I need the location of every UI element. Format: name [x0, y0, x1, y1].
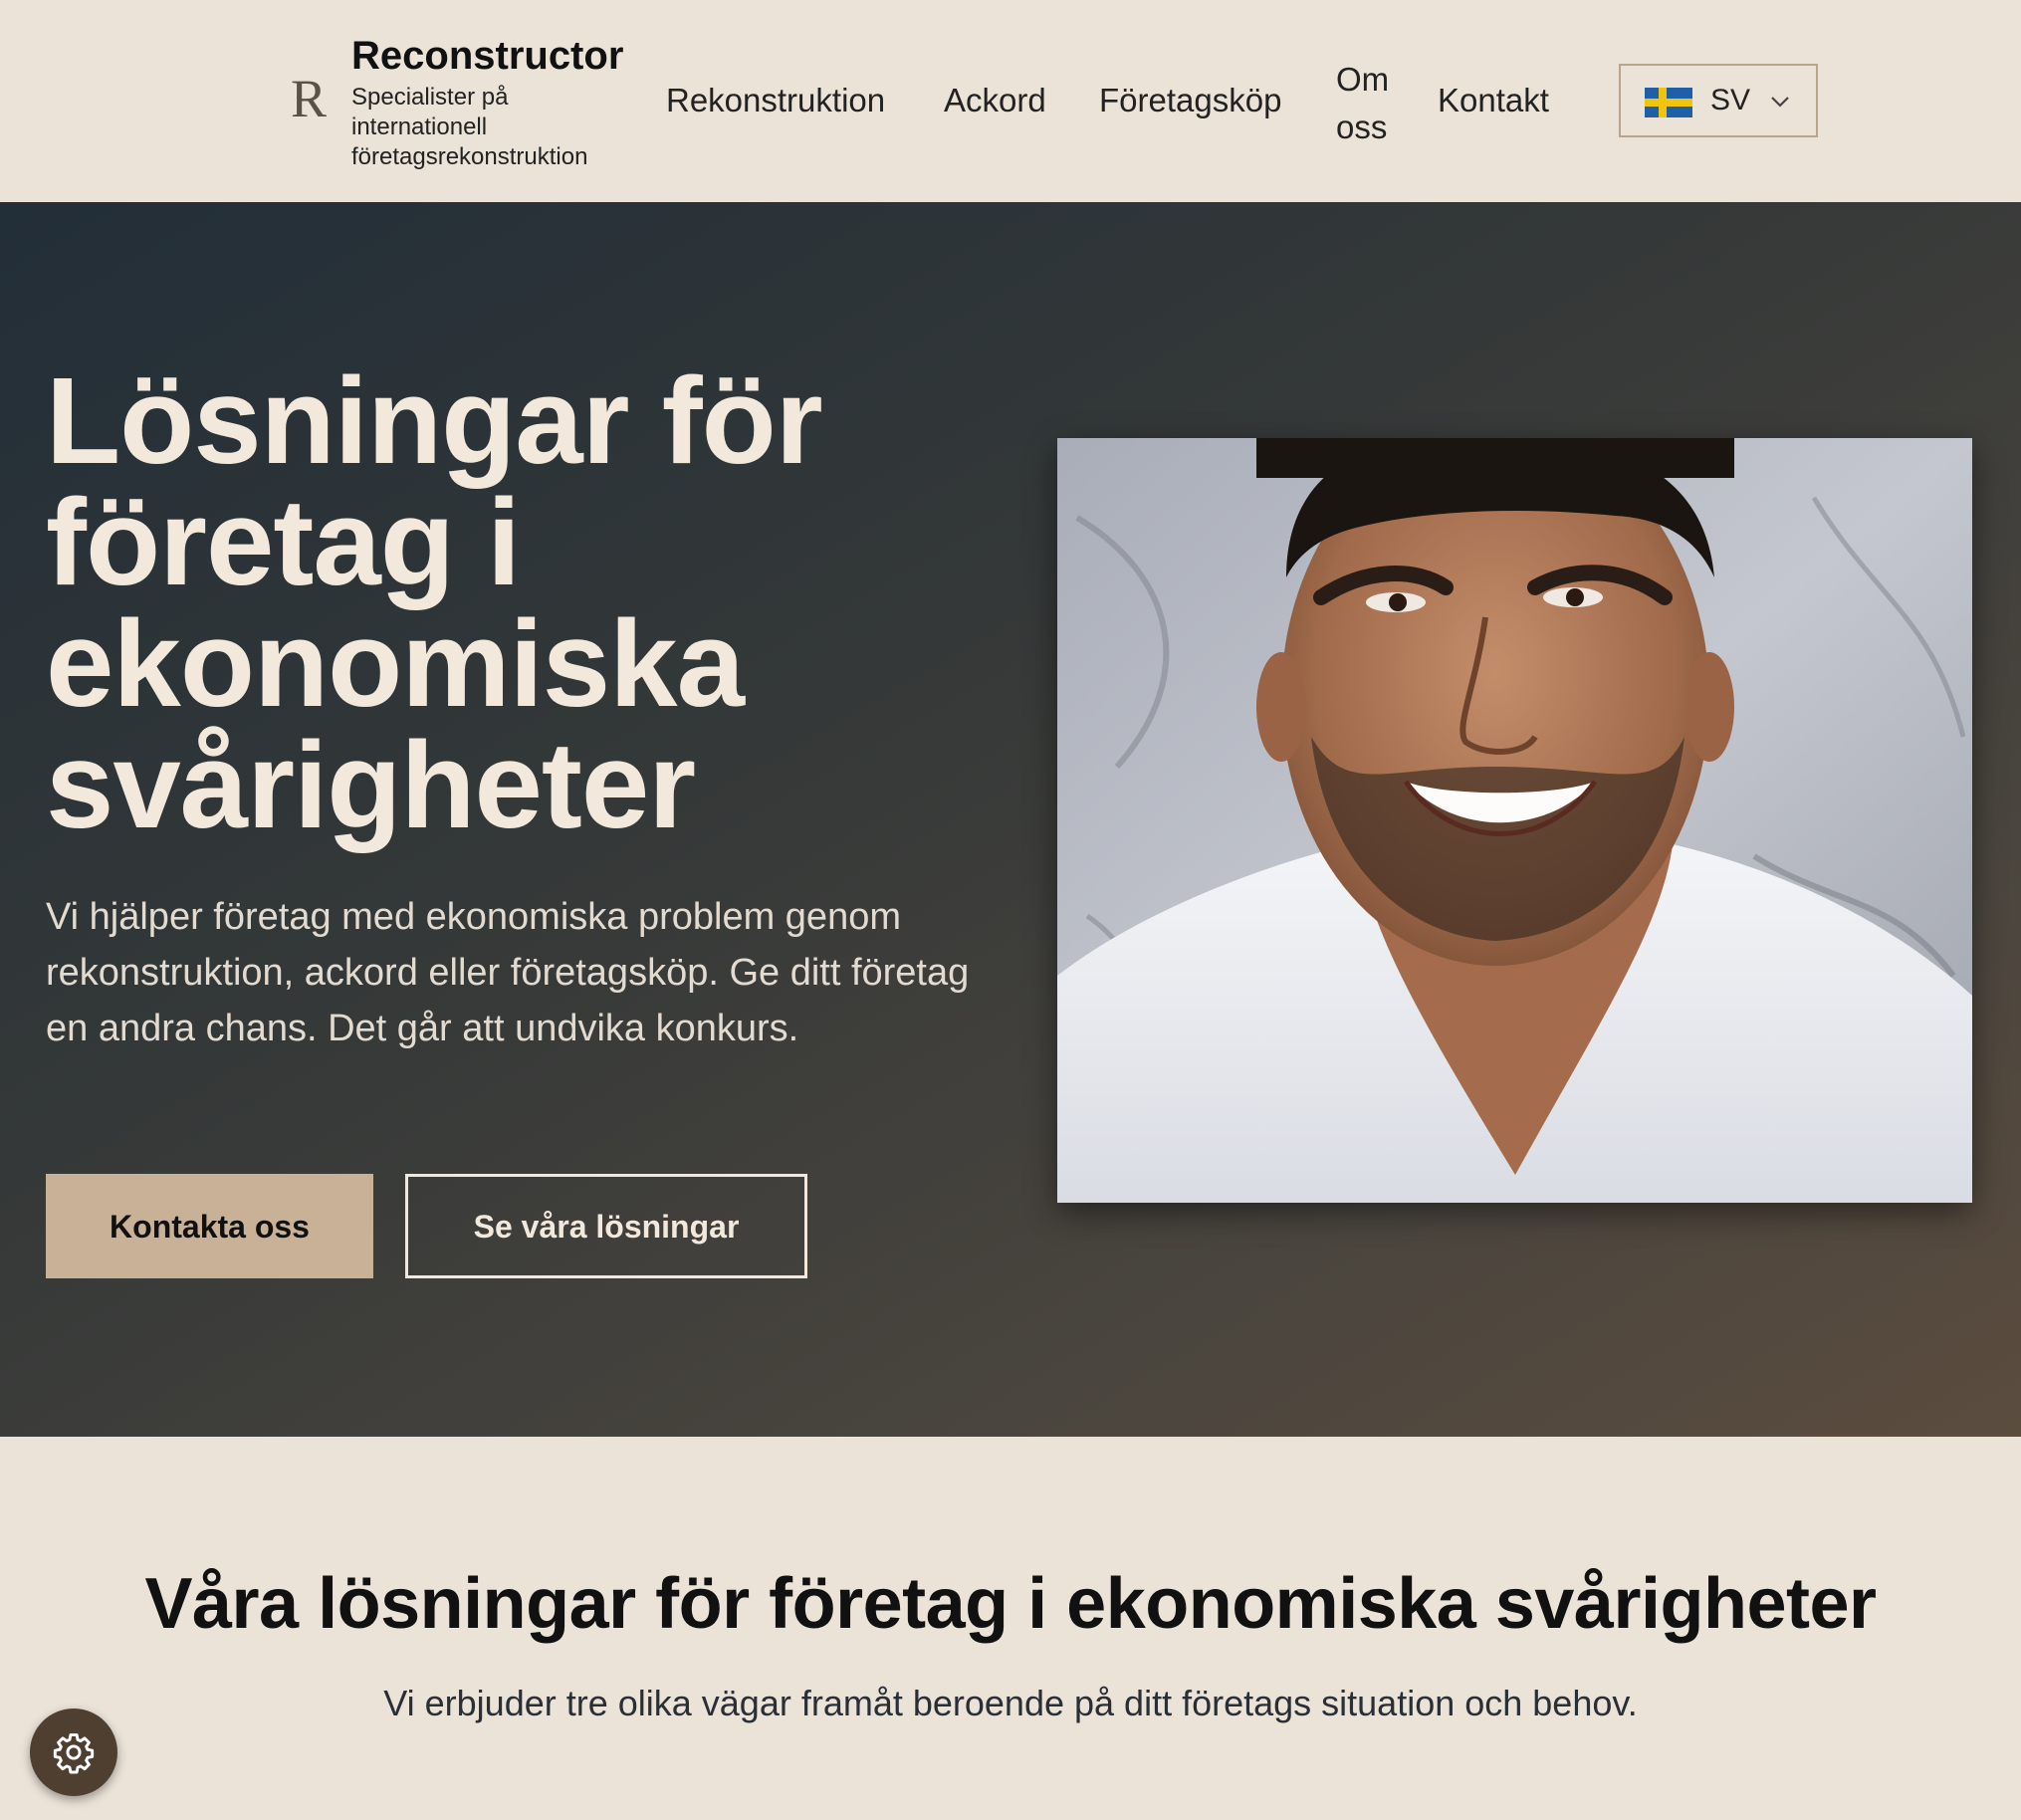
logo-icon[interactable]: R [291, 72, 327, 125]
contact-us-button[interactable]: Kontakta oss [46, 1174, 373, 1278]
see-solutions-button[interactable]: Se våra lösningar [405, 1174, 807, 1278]
chevron-down-icon [1771, 97, 1789, 108]
site-header: R Reconstructor Specialister på internat… [0, 0, 2021, 202]
solutions-title: Våra lösningar för företag i ekonomiska … [144, 1564, 1877, 1644]
hero-title: Lösningar för företag i ekonomiska svåri… [46, 353, 823, 854]
sweden-flag-icon [1645, 88, 1692, 117]
nav-om-oss[interactable]: Om oss [1336, 56, 1396, 151]
brand-tagline: Specialister på internationell företagsr… [351, 84, 588, 170]
hero-lead: Vi hjälper företag med ekonomiska proble… [46, 896, 970, 1049]
nav-foretagskop[interactable]: Företagsköp [1099, 82, 1281, 119]
nav-ackord[interactable]: Ackord [944, 82, 1046, 119]
hero-section: Lösningar för företag i ekonomiska svåri… [0, 202, 2021, 1437]
nav-rekonstruktion[interactable]: Rekonstruktion [666, 82, 885, 119]
solutions-subtitle: Vi erbjuder tre olika vägar framåt beroe… [383, 1683, 1638, 1723]
language-selector[interactable]: SV [1619, 64, 1818, 137]
nav-kontakt[interactable]: Kontakt [1438, 82, 1549, 119]
language-code: SV [1710, 84, 1751, 116]
settings-button[interactable] [30, 1708, 117, 1796]
brand-name[interactable]: Reconstructor [351, 34, 623, 79]
hero-portrait-image [1057, 438, 1972, 1203]
gear-icon [53, 1733, 95, 1774]
